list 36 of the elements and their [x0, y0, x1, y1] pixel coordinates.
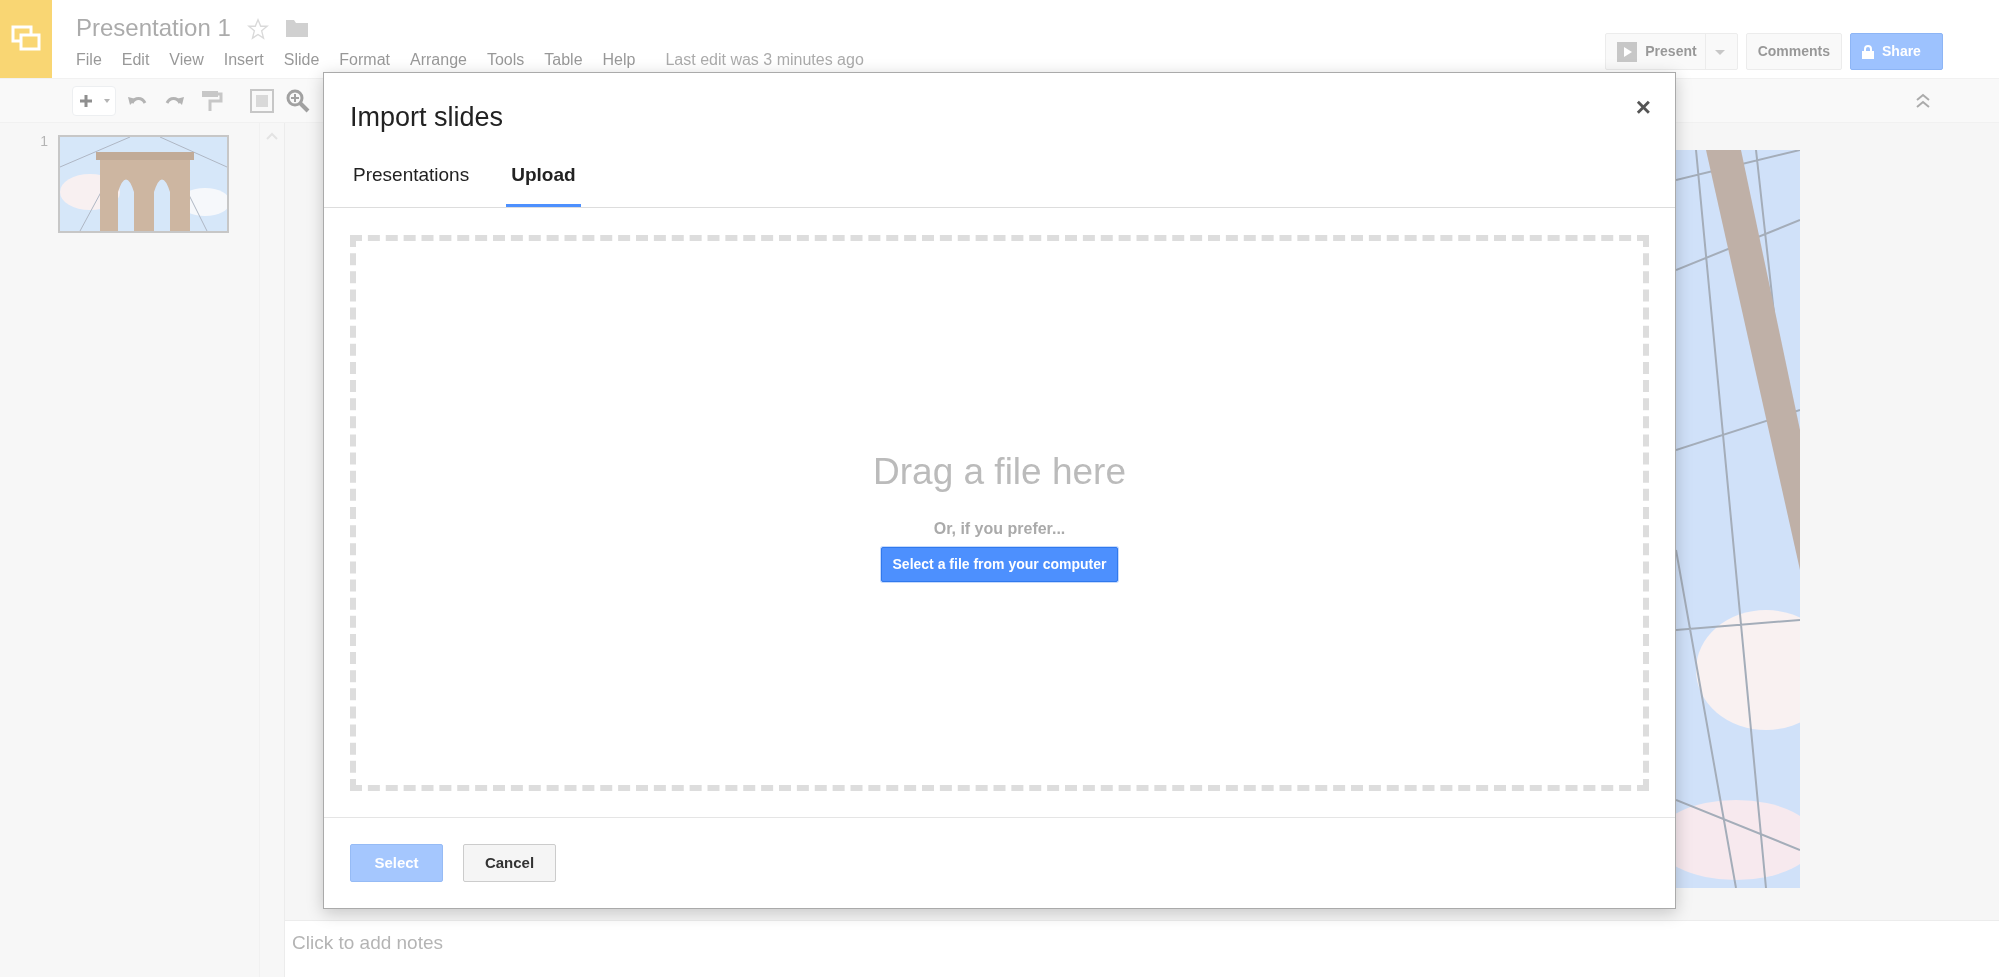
- comments-button[interactable]: Comments: [1745, 33, 1842, 70]
- menu-item[interactable]: Table: [534, 48, 593, 72]
- menu-item[interactable]: Edit: [111, 48, 160, 72]
- menu-item[interactable]: Tools: [476, 48, 535, 72]
- drop-hint: Or, if you prefer...: [933, 519, 1066, 540]
- select-icon[interactable]: [248, 86, 276, 115]
- dialog-title: Import slides: [350, 101, 504, 134]
- share-button[interactable]: Share: [1850, 33, 1943, 70]
- menu-item[interactable]: Help: [592, 48, 646, 72]
- play-icon: [1617, 41, 1638, 62]
- last-edit-text[interactable]: Last edit was 3 minutes ago: [665, 48, 864, 72]
- upload-button[interactable]: Select a file from your computer: [880, 547, 1119, 583]
- caret-icon[interactable]: [1713, 47, 1726, 56]
- dialog-tab[interactable]: Upload: [506, 147, 581, 207]
- app-logo[interactable]: [0, 0, 52, 78]
- dialog-tab[interactable]: Presentations: [348, 147, 475, 207]
- menu-item[interactable]: View: [159, 48, 214, 72]
- lock-icon: [1862, 44, 1874, 59]
- drop-title: Drag a file here: [873, 449, 1126, 494]
- caret-icon: [104, 98, 110, 103]
- close-button[interactable]: ×: [1629, 93, 1657, 121]
- notes-field[interactable]: Click to add notes: [285, 920, 1999, 977]
- folder-icon[interactable]: [284, 18, 309, 38]
- menu-item[interactable]: Insert: [213, 48, 274, 72]
- star-icon[interactable]: [246, 17, 269, 40]
- slide-number: 1: [39, 132, 49, 151]
- slides-icon: [11, 25, 41, 53]
- cancel-button[interactable]: Cancel: [463, 844, 556, 882]
- drop-zone[interactable]: Drag a file here Or, if you prefer... Select a file from your computer: [350, 235, 1649, 791]
- menu-item[interactable]: Slide: [273, 48, 330, 72]
- new-slide-button[interactable]: [72, 85, 116, 116]
- menu-item[interactable]: Format: [329, 48, 400, 72]
- present-button[interactable]: Present: [1605, 33, 1738, 70]
- menu-item[interactable]: Arrange: [400, 48, 477, 72]
- document-title[interactable]: Presentation 1: [76, 16, 231, 40]
- menu-item[interactable]: File: [66, 48, 112, 72]
